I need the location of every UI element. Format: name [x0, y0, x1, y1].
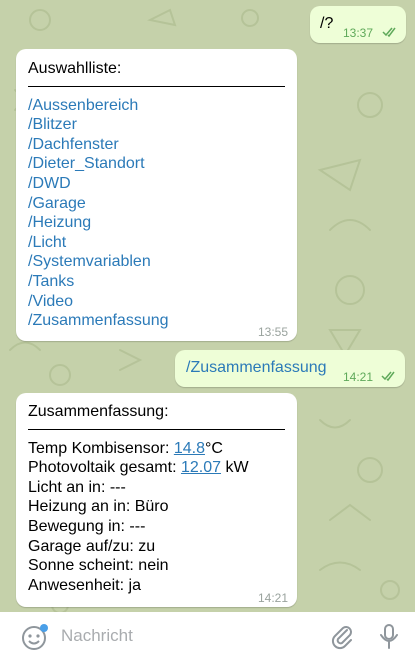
command-link[interactable]: /Heizung	[28, 213, 285, 233]
mic-icon[interactable]	[379, 623, 399, 651]
incoming-message-command-list[interactable]: Auswahlliste: /Aussenbereich /Blitzer /D…	[16, 49, 297, 341]
status-line: Sonne scheint: nein	[28, 557, 169, 575]
command-link[interactable]: /Dieter_Standort	[28, 154, 285, 174]
message-text: /Zusammenfassung	[186, 359, 327, 376]
photovoltaic-unit: kW	[221, 459, 249, 477]
divider	[28, 85, 285, 87]
message-time: 13:37	[343, 26, 374, 40]
command-link[interactable]: /Blitzer	[28, 115, 285, 135]
status-line: Anwesenheit: ja	[28, 576, 141, 594]
message-title: Auswahlliste:	[28, 60, 122, 77]
photovoltaic-value-link[interactable]: 12.07	[181, 459, 221, 476]
outgoing-message-summary[interactable]: /Zusammenfassung 14:21	[175, 350, 405, 387]
attach-icon[interactable]	[331, 624, 355, 650]
double-check-icon	[381, 371, 395, 381]
message-title: Zusammenfassung:	[28, 403, 169, 420]
status-line: Bewegung in: ---	[28, 517, 146, 535]
command-list: /Aussenbereich /Blitzer /Dachfenster /Di…	[28, 96, 285, 331]
message-time: 13:55	[258, 325, 289, 339]
command-link[interactable]: /Dachfenster	[28, 135, 285, 155]
status-line: Licht an in: ---	[28, 478, 126, 496]
command-link[interactable]: /DWD	[28, 174, 285, 194]
command-link[interactable]: /Licht	[28, 233, 285, 253]
photovoltaic-line: Photovoltaik gesamt: 12.07 kW	[28, 458, 285, 478]
status-line: Heizung an in: Büro	[28, 498, 169, 516]
temperature-unit: °C	[204, 439, 223, 457]
command-link[interactable]: /Video	[28, 292, 285, 312]
command-link[interactable]: /Zusammenfassung	[28, 311, 285, 331]
divider	[28, 428, 285, 430]
command-link[interactable]: /Systemvariablen	[28, 252, 285, 272]
photovoltaic-label: Photovoltaik gesamt:	[28, 459, 181, 477]
temperature-value-link[interactable]: 14.8	[174, 440, 205, 457]
command-link[interactable]: /Aussenbereich	[28, 96, 285, 116]
command-link[interactable]: /Garage	[28, 194, 285, 214]
incoming-message-summary[interactable]: Zusammenfassung: Temp Kombisensor: 14.8°…	[16, 393, 297, 607]
message-text: /?	[320, 15, 334, 32]
outgoing-message-help[interactable]: /? 13:37	[310, 6, 406, 43]
emoji-icon[interactable]	[21, 624, 49, 652]
status-line: Garage auf/zu: zu	[28, 537, 156, 555]
temperature-line: Temp Kombisensor: 14.8°C	[28, 439, 285, 459]
double-check-icon	[382, 27, 396, 37]
message-input[interactable]: Nachricht	[61, 626, 133, 646]
message-time: 14:21	[343, 370, 374, 384]
temperature-label: Temp Kombisensor:	[28, 439, 174, 457]
command-link[interactable]: /Tanks	[28, 272, 285, 292]
message-input-bar: Nachricht	[0, 612, 415, 655]
message-time: 14:21	[258, 591, 289, 605]
